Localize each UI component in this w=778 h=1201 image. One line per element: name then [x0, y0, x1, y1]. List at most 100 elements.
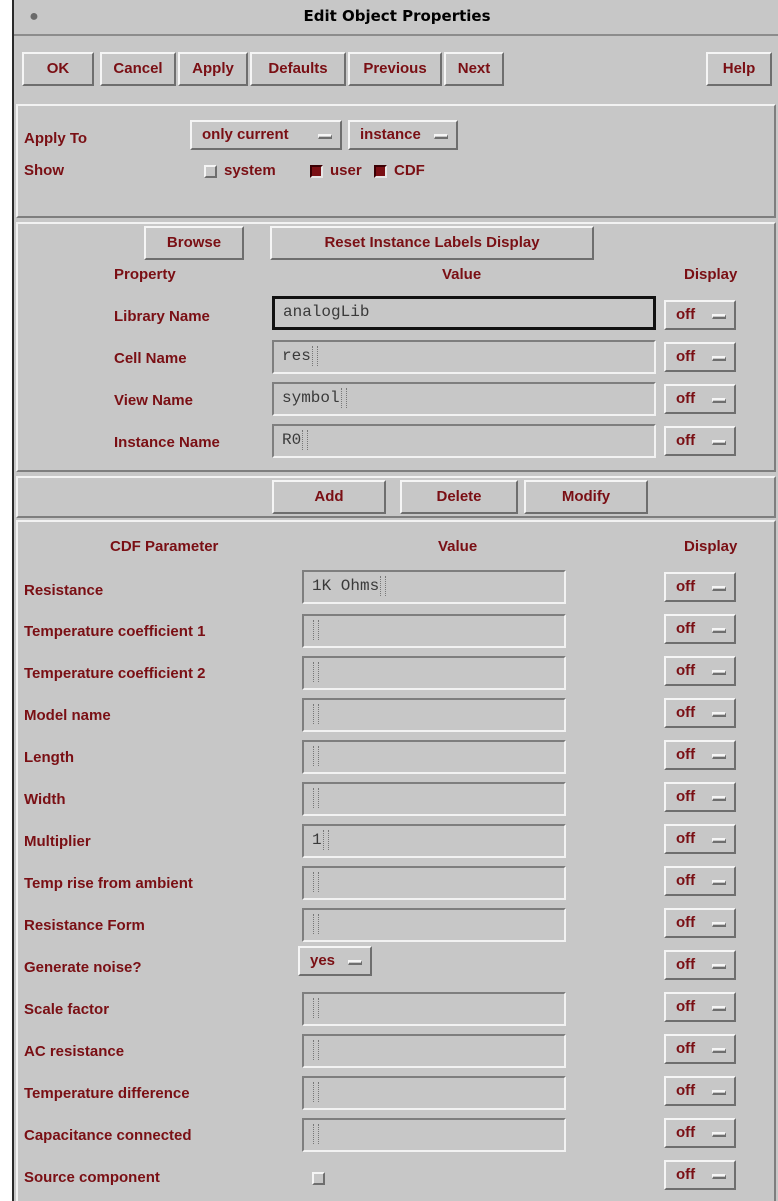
resistance-value: 1K Ohms	[312, 577, 380, 595]
display-dropdown[interactable]: off	[664, 614, 736, 644]
generate-noise-value: yes	[310, 952, 336, 969]
view-name-input[interactable]: symbol	[272, 382, 656, 416]
apply-button[interactable]: Apply	[178, 52, 248, 86]
display-dropdown[interactable]: off	[664, 824, 736, 854]
action-panel: Add Delete Modify	[16, 476, 776, 518]
resistance-form-input[interactable]	[302, 908, 566, 942]
display-dropdown[interactable]: off	[664, 426, 736, 456]
show-user-checkbox[interactable]	[310, 165, 323, 178]
ac-resistance-input[interactable]	[302, 1034, 566, 1068]
display-value: off	[676, 390, 696, 407]
multiplier-value: 1	[312, 831, 322, 849]
next-button[interactable]: Next	[444, 52, 504, 86]
browse-button[interactable]: Browse	[144, 226, 244, 260]
dropdown-indicator-icon	[712, 712, 726, 717]
temp-coeff-2-input[interactable]	[302, 656, 566, 690]
cancel-button[interactable]: Cancel	[100, 52, 176, 86]
window-title: Edit Object Properties	[303, 7, 491, 25]
property-name: Library Name	[114, 308, 210, 325]
display-value: off	[676, 956, 696, 973]
apply-scope-dropdown[interactable]: only current	[190, 120, 342, 150]
display-dropdown[interactable]: off	[664, 908, 736, 938]
title-bar[interactable]: ● Edit Object Properties	[14, 0, 778, 36]
display-value: off	[676, 704, 696, 721]
model-name-input[interactable]	[302, 698, 566, 732]
multiplier-input[interactable]: 1	[302, 824, 566, 858]
text-cursor-icon	[380, 575, 387, 596]
display-dropdown[interactable]: off	[664, 782, 736, 812]
dropdown-indicator-icon	[712, 398, 726, 403]
add-button[interactable]: Add	[272, 480, 386, 514]
library-name-input[interactable]: analogLib	[272, 296, 656, 330]
display-value: off	[676, 1124, 696, 1141]
display-value: off	[676, 788, 696, 805]
display-value: off	[676, 914, 696, 931]
cdf-display-column-header: Display	[684, 538, 738, 555]
reset-instance-labels-button[interactable]: Reset Instance Labels Display	[270, 226, 594, 260]
toolbar: OK Cancel Apply Defaults Previous Next H…	[16, 48, 776, 94]
dropdown-indicator-icon	[712, 964, 726, 969]
display-dropdown[interactable]: off	[664, 384, 736, 414]
display-value: off	[676, 1040, 696, 1057]
display-dropdown[interactable]: off	[664, 1118, 736, 1148]
dropdown-indicator-icon	[712, 1048, 726, 1053]
dropdown-indicator-icon	[712, 356, 726, 361]
display-dropdown[interactable]: off	[664, 950, 736, 980]
dropdown-indicator-icon	[712, 838, 726, 843]
show-system-label: system	[224, 162, 276, 179]
dropdown-indicator-icon	[712, 880, 726, 885]
text-cursor-icon	[313, 745, 319, 766]
display-dropdown[interactable]: off	[664, 572, 736, 602]
show-cdf-checkbox[interactable]	[374, 165, 387, 178]
cdf-value-column-header: Value	[438, 538, 478, 555]
cdf-param-label: Resistance	[24, 582, 104, 599]
defaults-button[interactable]: Defaults	[250, 52, 346, 86]
display-dropdown[interactable]: off	[664, 698, 736, 728]
temp-coeff-1-input[interactable]	[302, 614, 566, 648]
property-name: Instance Name	[114, 434, 220, 451]
previous-button[interactable]: Previous	[348, 52, 442, 86]
resistance-input[interactable]: 1K Ohms	[302, 570, 566, 604]
view-name-value: symbol	[282, 389, 340, 407]
display-dropdown[interactable]: off	[664, 1160, 736, 1190]
delete-button[interactable]: Delete	[400, 480, 518, 514]
instance-name-input[interactable]: R0	[272, 424, 656, 458]
cdf-parameters-panel: CDF Parameter Value Display Resistance 1…	[16, 520, 776, 1201]
display-value: off	[676, 620, 696, 637]
show-system-checkbox[interactable]	[204, 165, 217, 178]
dropdown-indicator-icon	[712, 1132, 726, 1137]
display-dropdown[interactable]: off	[664, 866, 736, 896]
display-dropdown[interactable]: off	[664, 300, 736, 330]
apply-to-panel: Apply To only current instance Show syst…	[16, 104, 776, 218]
text-cursor-icon	[313, 703, 319, 724]
help-button[interactable]: Help	[706, 52, 772, 86]
properties-panel: Browse Reset Instance Labels Display Pro…	[16, 222, 776, 472]
display-dropdown[interactable]: off	[664, 342, 736, 372]
instance-name-value: R0	[282, 431, 302, 449]
dropdown-indicator-icon	[712, 628, 726, 633]
apply-object-dropdown[interactable]: instance	[348, 120, 458, 150]
temp-rise-input[interactable]	[302, 866, 566, 900]
display-dropdown[interactable]: off	[664, 740, 736, 770]
cdf-param-label: Length	[24, 749, 74, 766]
display-dropdown[interactable]: off	[664, 656, 736, 686]
display-value: off	[676, 830, 696, 847]
value-column-header: Value	[442, 266, 482, 283]
capacitance-connected-input[interactable]	[302, 1118, 566, 1152]
length-input[interactable]	[302, 740, 566, 774]
ok-button[interactable]: OK	[22, 52, 94, 86]
scale-factor-input[interactable]	[302, 992, 566, 1026]
cell-name-input[interactable]: res	[272, 340, 656, 374]
temperature-difference-input[interactable]	[302, 1076, 566, 1110]
show-user-label: user	[330, 162, 362, 179]
width-input[interactable]	[302, 782, 566, 816]
generate-noise-dropdown[interactable]: yes	[298, 946, 372, 976]
display-dropdown[interactable]: off	[664, 1076, 736, 1106]
display-dropdown[interactable]: off	[664, 992, 736, 1022]
text-cursor-icon	[313, 1123, 319, 1144]
property-name: View Name	[114, 392, 193, 409]
source-component-checkbox[interactable]	[312, 1172, 325, 1185]
modify-button[interactable]: Modify	[524, 480, 648, 514]
display-dropdown[interactable]: off	[664, 1034, 736, 1064]
dropdown-indicator-icon	[712, 314, 726, 319]
